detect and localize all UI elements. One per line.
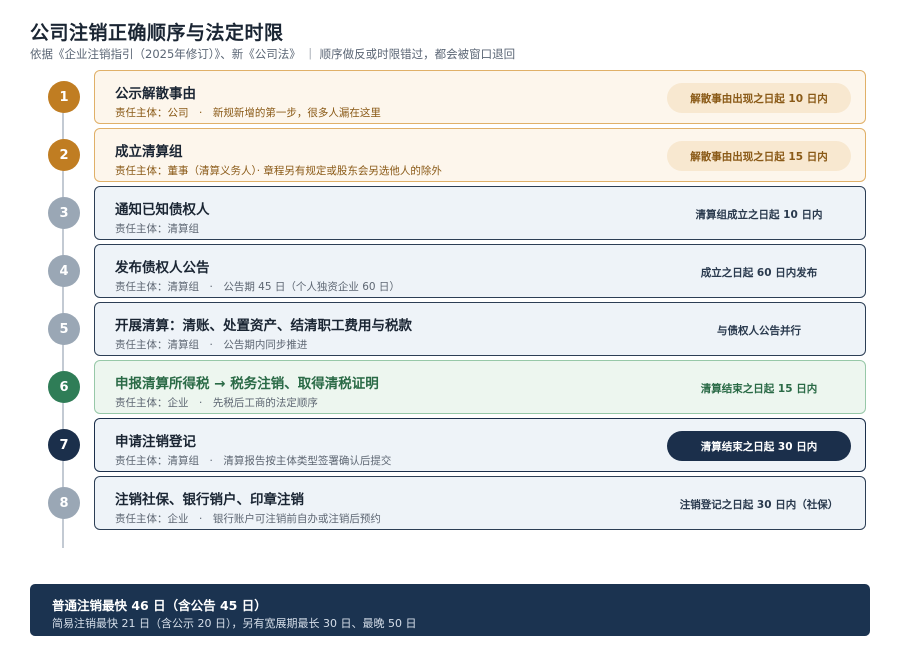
step-deadline-badge: 清算组成立之日起 10 日内 — [695, 208, 823, 221]
step-title: 成立清算组 — [115, 144, 183, 160]
step-card: 通知已知债权人 责任主体：清算组 清算组成立之日起 10 日内 — [94, 186, 866, 240]
step-description: 责任主体：公司 · 新规新增的第一步，很多人漏在这里 — [115, 107, 381, 119]
step-number-badge: 4 — [48, 255, 80, 287]
step-number-badge: 3 — [48, 197, 80, 229]
step-row: 2 成立清算组 责任主体：董事（清算义务人）· 章程另有规定或股东会另选他人的除… — [0, 128, 900, 182]
step-description: 责任主体：清算组 · 公告期内同步推进 — [115, 339, 308, 351]
step-description: 责任主体：企业 · 先税后工商的法定顺序 — [115, 397, 318, 409]
step-number-badge: 8 — [48, 487, 80, 519]
step-row: 8 注销社保、银行销户、印章注销 责任主体：企业 · 银行账户可注销前自办或注销… — [0, 476, 900, 530]
step-title: 发布债权人公告 — [115, 260, 210, 276]
step-description: 责任主体：清算组 · 公告期 45 日（个人独资企业 60 日） — [115, 281, 400, 293]
step-row: 5 开展清算：清账、处置资产、结清职工费用与税款 责任主体：清算组 · 公告期内… — [0, 302, 900, 356]
step-number-badge: 1 — [48, 81, 80, 113]
step-deadline-badge: 解散事由出现之日起 15 日内 — [667, 141, 851, 171]
step-description: 责任主体：企业 · 银行账户可注销前自办或注销后预约 — [115, 513, 381, 525]
page-subtitle: 依据《企业注销指引（2025年修订）》、新《公司法》 ｜ 顺序做反或时限错过，都… — [30, 47, 516, 61]
step-deadline-badge: 清算结束之日起 15 日内 — [700, 382, 818, 395]
step-number-badge: 6 — [48, 371, 80, 403]
step-number-badge: 2 — [48, 139, 80, 171]
summary-sub-text: 简易注销最快 21 日（含公示 20 日），另有宽展期最长 30 日、最晚 50… — [52, 617, 417, 630]
step-row: 7 申请注销登记 责任主体：清算组 · 清算报告按主体类型签署确认后提交 清算结… — [0, 418, 900, 472]
step-row: 4 发布债权人公告 责任主体：清算组 · 公告期 45 日（个人独资企业 60 … — [0, 244, 900, 298]
step-deadline-badge: 注销登记之日起 30 日内（社保） — [679, 498, 839, 511]
step-title: 申报清算所得税 → 税务注销、取得清税证明 — [115, 376, 379, 392]
step-deadline-badge: 与债权人公告并行 — [717, 324, 801, 337]
step-title: 申请注销登记 — [115, 434, 196, 450]
step-deadline-badge: 成立之日起 60 日内发布 — [700, 266, 818, 279]
step-row: 1 公示解散事由 责任主体：公司 · 新规新增的第一步，很多人漏在这里 解散事由… — [0, 70, 900, 124]
step-row: 6 申报清算所得税 → 税务注销、取得清税证明 责任主体：企业 · 先税后工商的… — [0, 360, 900, 414]
step-card: 公示解散事由 责任主体：公司 · 新规新增的第一步，很多人漏在这里 解散事由出现… — [94, 70, 866, 124]
step-card: 开展清算：清账、处置资产、结清职工费用与税款 责任主体：清算组 · 公告期内同步… — [94, 302, 866, 356]
step-card: 注销社保、银行销户、印章注销 责任主体：企业 · 银行账户可注销前自办或注销后预… — [94, 476, 866, 530]
step-description: 责任主体：董事（清算义务人）· 章程另有规定或股东会另选他人的除外 — [115, 165, 442, 177]
step-deadline-badge: 清算结束之日起 30 日内 — [667, 431, 851, 461]
step-card: 申报清算所得税 → 税务注销、取得清税证明 责任主体：企业 · 先税后工商的法定… — [94, 360, 866, 414]
step-card: 申请注销登记 责任主体：清算组 · 清算报告按主体类型签署确认后提交 清算结束之… — [94, 418, 866, 472]
step-number-badge: 7 — [48, 429, 80, 461]
step-row: 3 通知已知债权人 责任主体：清算组 清算组成立之日起 10 日内 — [0, 186, 900, 240]
step-card: 成立清算组 责任主体：董事（清算义务人）· 章程另有规定或股东会另选他人的除外 … — [94, 128, 866, 182]
step-number-badge: 5 — [48, 313, 80, 345]
step-title: 开展清算：清账、处置资产、结清职工费用与税款 — [115, 318, 412, 334]
step-card: 发布债权人公告 责任主体：清算组 · 公告期 45 日（个人独资企业 60 日）… — [94, 244, 866, 298]
step-description: 责任主体：清算组 · 清算报告按主体类型签署确认后提交 — [115, 455, 392, 467]
summary-main-text: 普通注销最快 46 日（含公告 45 日） — [52, 598, 267, 613]
step-title: 注销社保、银行销户、印章注销 — [115, 492, 304, 508]
page-title: 公司注销正确顺序与法定时限 — [30, 22, 284, 44]
step-deadline-badge: 解散事由出现之日起 10 日内 — [667, 83, 851, 113]
summary-banner: 普通注销最快 46 日（含公告 45 日） 简易注销最快 21 日（含公示 20… — [30, 584, 870, 636]
step-title: 通知已知债权人 — [115, 202, 210, 218]
step-title: 公示解散事由 — [115, 86, 196, 102]
step-description: 责任主体：清算组 — [115, 223, 199, 235]
